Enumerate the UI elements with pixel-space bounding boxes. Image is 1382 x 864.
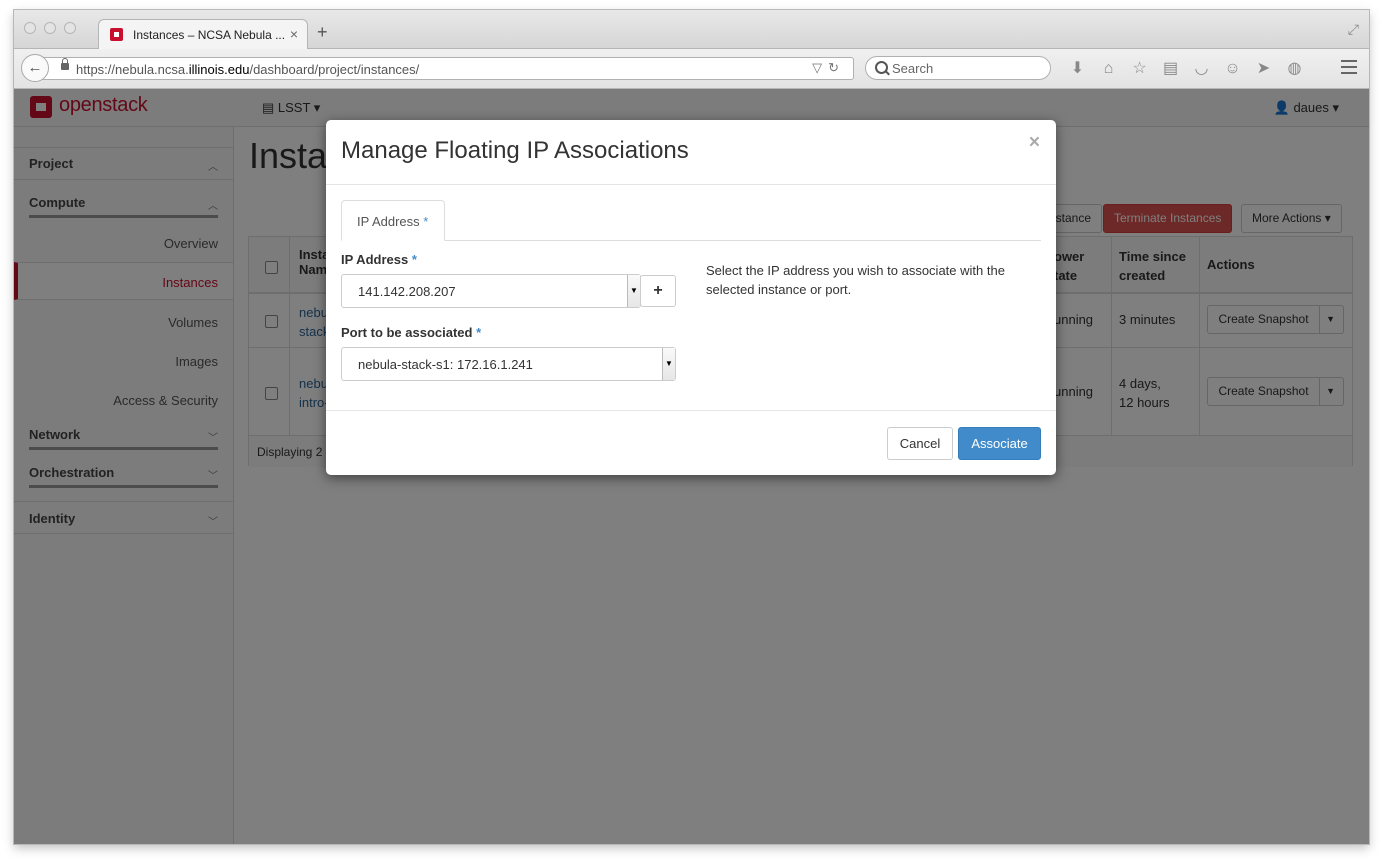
- port-label: Port to be associated *: [341, 325, 481, 340]
- reading-list-icon[interactable]: ▤: [1155, 58, 1186, 78]
- cancel-button[interactable]: Cancel: [887, 427, 953, 460]
- help-text: Select the IP address you wish to associ…: [706, 263, 1005, 297]
- select-arrow-icon[interactable]: ▼: [627, 275, 640, 307]
- tab-ip-address[interactable]: IP Address *: [341, 200, 445, 241]
- url-text[interactable]: https://nebula.ncsa.illinois.edu/dashboa…: [76, 62, 419, 77]
- required-mark: *: [476, 325, 482, 340]
- url-prefix: https://nebula.ncsa.: [76, 62, 189, 77]
- browser-window: Instances – NCSA Nebula ... × + ⤢ https:…: [14, 10, 1369, 844]
- toolbar-icons: ⬇ ⌂ ☆ ▤ ◡ ☺ ➤ ◍: [1062, 58, 1310, 78]
- ip-address-select[interactable]: 141.142.208.207 ▼: [341, 274, 641, 308]
- browser-tab[interactable]: Instances – NCSA Nebula ... ×: [98, 19, 308, 49]
- label-text: Port to be associated: [341, 325, 473, 340]
- zoom-window-button[interactable]: [64, 22, 76, 34]
- bookmark-star-icon[interactable]: ☆: [1124, 58, 1155, 78]
- pocket-icon[interactable]: ◡: [1186, 58, 1217, 78]
- search-box[interactable]: Search: [865, 56, 1051, 80]
- url-actions[interactable]: ▽↻: [812, 60, 845, 76]
- menu-icon[interactable]: [1341, 60, 1357, 74]
- port-value: nebula-stack-s1: 172.16.1.241: [358, 357, 533, 372]
- label-text: IP Address: [341, 252, 409, 267]
- divider: [326, 410, 1056, 411]
- fullscreen-icon[interactable]: ⤢: [1348, 21, 1359, 38]
- lock-icon: [61, 58, 69, 70]
- required-mark: *: [423, 214, 429, 229]
- divider: [326, 184, 1056, 185]
- tab-bar: Instances – NCSA Nebula ... × + ⤢: [14, 10, 1369, 49]
- new-tab-button[interactable]: +: [317, 23, 328, 41]
- url-domain: illinois.edu: [188, 62, 250, 77]
- url-bar[interactable]: https://nebula.ncsa.illinois.edu/dashboa…: [42, 57, 854, 80]
- tab-label: IP Address *: [357, 214, 428, 229]
- ip-address-label: IP Address *: [341, 252, 417, 267]
- openstack-favicon-icon: [110, 28, 123, 41]
- extension-face-icon[interactable]: ☺: [1217, 60, 1248, 78]
- navigation-bar: https://nebula.ncsa.illinois.edu/dashboa…: [14, 49, 1369, 89]
- tab-title: Instances – NCSA Nebula ...: [133, 28, 286, 42]
- back-button[interactable]: ←: [21, 54, 49, 82]
- tab-underline: [341, 240, 1041, 241]
- send-icon[interactable]: ➤: [1248, 58, 1279, 78]
- select-arrow-icon[interactable]: ▼: [662, 348, 675, 380]
- download-icon[interactable]: ⬇: [1062, 58, 1093, 78]
- port-select[interactable]: nebula-stack-s1: 172.16.1.241 ▼: [341, 347, 676, 381]
- allocate-ip-button[interactable]: +: [640, 275, 676, 307]
- search-placeholder: Search: [892, 61, 934, 76]
- search-icon: [875, 61, 888, 74]
- modal-title: Manage Floating IP Associations: [341, 137, 689, 164]
- close-icon[interactable]: ×: [1029, 132, 1040, 154]
- associate-button[interactable]: Associate: [958, 427, 1041, 460]
- chat-icon[interactable]: ◍: [1279, 58, 1310, 78]
- required-mark: *: [411, 252, 417, 267]
- reload-icon[interactable]: ↻: [828, 60, 845, 75]
- minimize-window-button[interactable]: [44, 22, 56, 34]
- dropdown-icon[interactable]: ▽: [812, 60, 828, 75]
- url-suffix: /dashboard/project/instances/: [249, 62, 420, 77]
- manage-floating-ip-modal: Manage Floating IP Associations × IP Add…: [326, 120, 1056, 475]
- tab-close-icon[interactable]: ×: [290, 26, 298, 42]
- ip-address-value: 141.142.208.207: [358, 284, 456, 299]
- home-icon[interactable]: ⌂: [1093, 60, 1124, 78]
- close-window-button[interactable]: [24, 22, 36, 34]
- tab-label-text: IP Address: [357, 214, 420, 229]
